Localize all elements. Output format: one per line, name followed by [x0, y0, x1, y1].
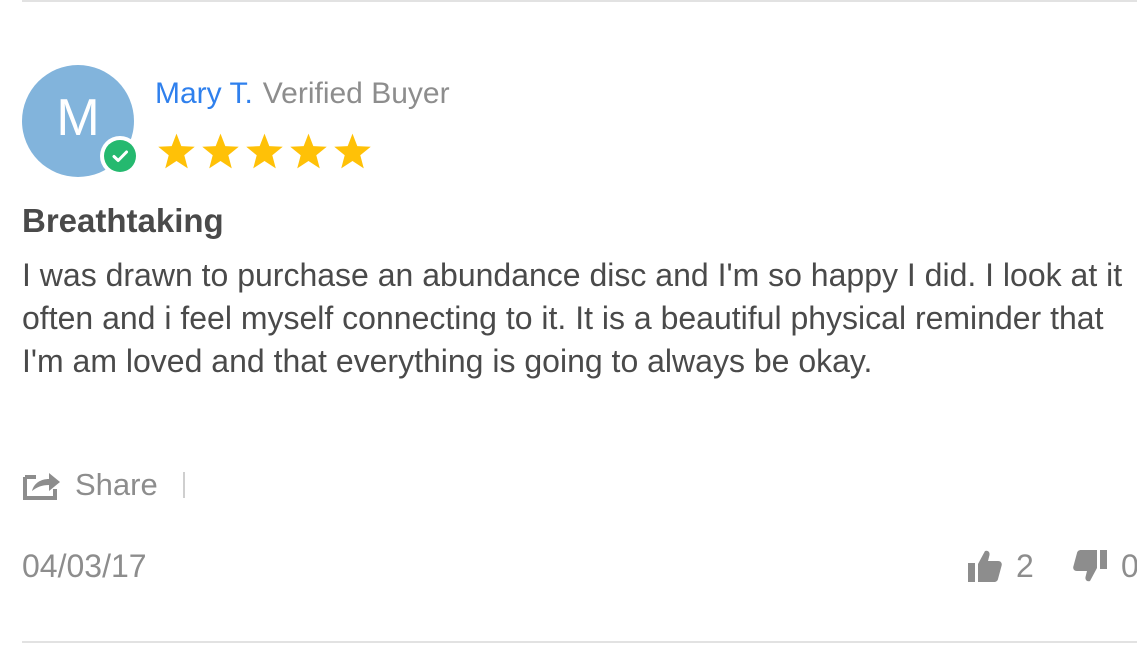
thumbs-down-count: 0: [1121, 548, 1137, 584]
star-icon: [156, 131, 197, 173]
review-body: I was drawn to purchase an abundance dis…: [22, 257, 1123, 379]
star-icon: [288, 131, 329, 173]
thumbs-up-icon: [968, 550, 1002, 582]
thumbs-down-icon: [1073, 550, 1107, 582]
action-separator: [183, 472, 185, 498]
thumbs-up-count: 2: [1016, 548, 1034, 584]
thumbs-up-button[interactable]: 2: [967, 544, 1034, 588]
review-date: 04/03/17: [22, 548, 147, 584]
star-icon: [200, 131, 241, 173]
top-divider: [22, 0, 1137, 2]
reviewer-name[interactable]: Mary T.: [155, 77, 253, 110]
check-icon: [112, 150, 128, 162]
share-icon: [23, 473, 60, 500]
verified-buyer-label: Verified Buyer: [262, 77, 450, 110]
reviewer-header: Mary T. Verified Buyer: [155, 74, 450, 114]
bottom-divider: [22, 641, 1137, 643]
share-label: Share: [75, 467, 158, 502]
share-button[interactable]: Share: [22, 463, 158, 507]
star-icon: [332, 131, 373, 173]
star-icon: [244, 131, 285, 173]
verified-badge: [100, 136, 140, 176]
thumbs-down-button[interactable]: 0: [1072, 544, 1137, 588]
star-rating: [156, 131, 373, 173]
review-title: Breathtaking: [22, 202, 224, 239]
review-card: M Mary T. Verified Buyer Breathtaking I w…: [0, 0, 1137, 646]
